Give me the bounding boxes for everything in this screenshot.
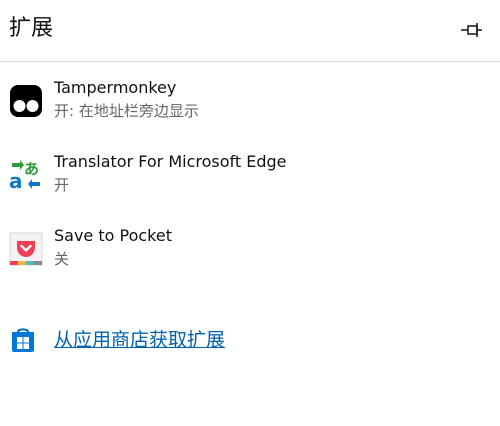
extension-status: 开: 在地址栏旁边显示 (54, 102, 199, 120)
store-link-row: 从应用商店获取扩展 (0, 322, 500, 358)
store-bag-icon[interactable] (9, 326, 37, 354)
panel-header: 扩展 (0, 0, 500, 62)
pocket-icon (9, 232, 43, 266)
pin-icon[interactable] (460, 20, 484, 40)
extension-item-tampermonkey[interactable]: Tampermonkey 开: 在地址栏旁边显示 (0, 74, 500, 140)
extension-name: Tampermonkey (54, 78, 177, 97)
extension-name: Translator For Microsoft Edge (54, 152, 287, 171)
extension-status: 开 (54, 176, 70, 194)
extension-item-pocket[interactable]: Save to Pocket 关 (0, 222, 500, 288)
extensions-panel: 扩展 Tampermonkey 开: 在地址栏旁边显示 a あ Translat… (0, 0, 500, 426)
panel-title: 扩展 (9, 16, 54, 41)
svg-text:a: a (9, 169, 23, 192)
tampermonkey-icon (9, 84, 43, 118)
extension-name: Save to Pocket (54, 226, 172, 245)
translator-icon: a あ (9, 158, 43, 193)
extension-status: 关 (54, 250, 70, 268)
get-extensions-from-store-link[interactable]: 从应用商店获取扩展 (54, 326, 225, 354)
extension-item-translator[interactable]: a あ Translator For Microsoft Edge 开 (0, 148, 500, 214)
svg-text:あ: あ (24, 160, 39, 178)
